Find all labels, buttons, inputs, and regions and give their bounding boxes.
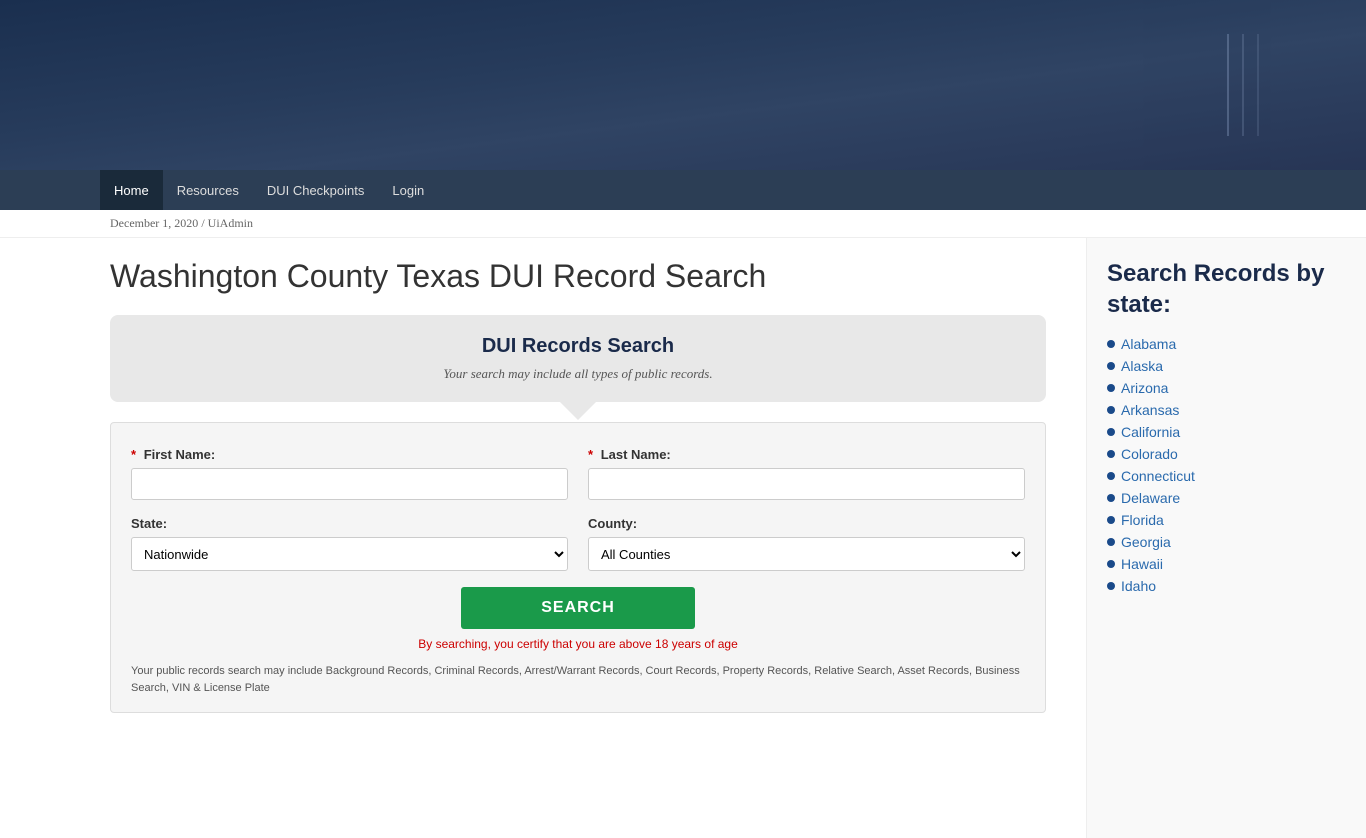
county-select[interactable]: All Counties Washington County: [588, 537, 1025, 571]
bullet-icon: [1107, 384, 1115, 392]
bullet-icon: [1107, 362, 1115, 370]
sidebar-list-item: Arizona: [1107, 380, 1346, 396]
search-box-title: DUI Records Search: [130, 335, 1026, 358]
breadcrumb: December 1, 2020 / UiAdmin: [0, 210, 1366, 238]
bullet-icon: [1107, 516, 1115, 524]
first-name-required: *: [131, 447, 136, 462]
navbar: Home Resources DUI Checkpoints Login: [0, 170, 1366, 210]
sidebar-state-florida[interactable]: Florida: [1121, 512, 1164, 528]
sidebar-list-item: Hawaii: [1107, 556, 1346, 572]
county-group: County: All Counties Washington County: [588, 516, 1025, 571]
sidebar-list-item: California: [1107, 424, 1346, 440]
disclaimer-text: Your public records search may include B…: [131, 663, 1025, 696]
name-row: * First Name: * Last Name:: [131, 447, 1025, 500]
nav-home[interactable]: Home: [100, 170, 163, 210]
search-box-subtitle: Your search may include all types of pub…: [130, 366, 1026, 382]
sidebar-list-item: Alabama: [1107, 336, 1346, 352]
breadcrumb-date: December 1, 2020: [110, 216, 198, 230]
bullet-icon: [1107, 494, 1115, 502]
sidebar-list-item: Florida: [1107, 512, 1346, 528]
search-button[interactable]: SEARCH: [461, 587, 695, 629]
sidebar-list-item: Idaho: [1107, 578, 1346, 594]
sidebar-state-idaho[interactable]: Idaho: [1121, 578, 1156, 594]
first-name-label: * First Name:: [131, 447, 568, 462]
page-layout: Washington County Texas DUI Record Searc…: [0, 238, 1366, 838]
first-name-group: * First Name:: [131, 447, 568, 500]
nav-login[interactable]: Login: [378, 170, 438, 210]
last-name-label: * Last Name:: [588, 447, 1025, 462]
nav-dui-checkpoints[interactable]: DUI Checkpoints: [253, 170, 379, 210]
sidebar-state-connecticut[interactable]: Connecticut: [1121, 468, 1195, 484]
sidebar-list-item: Colorado: [1107, 446, 1346, 462]
county-label: County:: [588, 516, 1025, 531]
bullet-icon: [1107, 450, 1115, 458]
page-title: Washington County Texas DUI Record Searc…: [110, 258, 1046, 295]
breadcrumb-author[interactable]: UiAdmin: [208, 216, 253, 230]
sidebar-list-item: Georgia: [1107, 534, 1346, 550]
bullet-icon: [1107, 560, 1115, 568]
search-button-wrap: SEARCH: [131, 587, 1025, 629]
bullet-icon: [1107, 582, 1115, 590]
last-name-group: * Last Name:: [588, 447, 1025, 500]
bullet-icon: [1107, 340, 1115, 348]
bullet-icon: [1107, 406, 1115, 414]
last-name-required: *: [588, 447, 593, 462]
state-label: State:: [131, 516, 568, 531]
sidebar-list-item: Connecticut: [1107, 468, 1346, 484]
first-name-input[interactable]: [131, 468, 568, 500]
search-box-outer: DUI Records Search Your search may inclu…: [110, 315, 1046, 402]
sidebar-state-alaska[interactable]: Alaska: [1121, 358, 1163, 374]
state-list: Alabama Alaska Arizona Arkansas California Co…: [1107, 336, 1346, 594]
sidebar-state-california[interactable]: California: [1121, 424, 1180, 440]
sidebar-state-alabama[interactable]: Alabama: [1121, 336, 1176, 352]
main-content: Washington County Texas DUI Record Searc…: [0, 238, 1086, 838]
nav-resources[interactable]: Resources: [163, 170, 253, 210]
sidebar-state-georgia[interactable]: Georgia: [1121, 534, 1171, 550]
sidebar: Search Records by state: Alabama Alaska Ar…: [1086, 238, 1366, 838]
sidebar-list-item: Alaska: [1107, 358, 1346, 374]
sidebar-state-colorado[interactable]: Colorado: [1121, 446, 1178, 462]
search-form: * First Name: * Last Name: State:: [110, 422, 1046, 713]
sidebar-state-delaware[interactable]: Delaware: [1121, 490, 1180, 506]
breadcrumb-separator: /: [201, 216, 204, 230]
sidebar-title: Search Records by state:: [1107, 258, 1346, 320]
sidebar-list-item: Arkansas: [1107, 402, 1346, 418]
bullet-icon: [1107, 428, 1115, 436]
sidebar-state-arizona[interactable]: Arizona: [1121, 380, 1168, 396]
sidebar-state-arkansas[interactable]: Arkansas: [1121, 402, 1179, 418]
last-name-input[interactable]: [588, 468, 1025, 500]
header-image: [0, 0, 1366, 170]
state-select[interactable]: Nationwide Alabama Alaska Arizona Arkans…: [131, 537, 568, 571]
site-header: DUI Records Easy 1-click search for DUI/…: [0, 0, 1366, 170]
bullet-icon: [1107, 472, 1115, 480]
age-certification: By searching, you certify that you are a…: [131, 637, 1025, 651]
sidebar-list-item: Delaware: [1107, 490, 1346, 506]
state-group: State: Nationwide Alabama Alaska Arizona…: [131, 516, 568, 571]
location-row: State: Nationwide Alabama Alaska Arizona…: [131, 516, 1025, 571]
bullet-icon: [1107, 538, 1115, 546]
sidebar-state-hawaii[interactable]: Hawaii: [1121, 556, 1163, 572]
